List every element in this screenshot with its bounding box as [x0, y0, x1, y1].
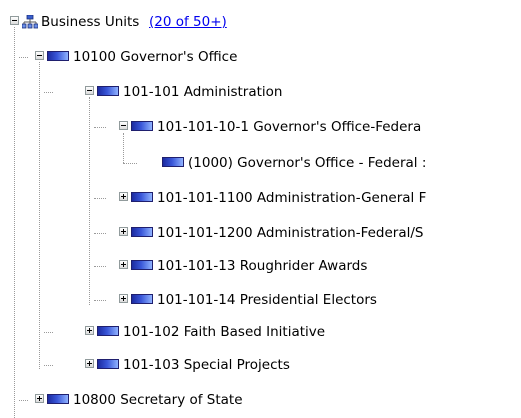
tree-node-label: (1000) Governor's Office - Federal :	[188, 155, 427, 171]
tree-node[interactable]: 10800 Secretary of State	[0, 390, 521, 410]
tree-node[interactable]: 101-101-10-1 Governor's Office-Federa	[0, 117, 521, 137]
expand-toggle-icon[interactable]	[119, 227, 128, 236]
business-unit-icon	[97, 326, 119, 336]
tree-root-row[interactable]: Business Units (20 of 50+)	[0, 12, 521, 32]
tree-node-label: 10800 Secretary of State	[73, 392, 243, 408]
business-unit-icon	[131, 121, 153, 131]
tree-node[interactable]: 101-101-1100 Administration-General F	[0, 188, 521, 208]
tree-node-label: 101-101-14 Presidential Electors	[157, 292, 377, 308]
collapse-toggle-icon[interactable]	[10, 16, 19, 25]
expand-toggle-icon[interactable]	[85, 359, 94, 368]
business-unit-icon	[97, 86, 119, 96]
tree-node[interactable]: 101-103 Special Projects	[0, 355, 521, 375]
tree-node[interactable]: 101-102 Faith Based Initiative	[0, 322, 521, 342]
business-unit-icon	[47, 394, 69, 404]
expand-toggle-icon[interactable]	[119, 294, 128, 303]
expand-toggle-icon[interactable]	[119, 192, 128, 201]
collapse-toggle-icon[interactable]	[119, 121, 128, 130]
tree-node[interactable]: 101-101-1200 Administration-Federal/S	[0, 223, 521, 243]
tree-node-label: 101-101-1100 Administration-General F	[157, 190, 427, 206]
business-units-tree: Business Units (20 of 50+) 10100 Governo…	[0, 0, 521, 418]
expand-toggle-icon[interactable]	[85, 326, 94, 335]
org-chart-icon	[21, 14, 39, 29]
tree-node-label: 101-101-10-1 Governor's Office-Federa	[157, 119, 422, 135]
tree-node[interactable]: 10100 Governor's Office	[0, 47, 521, 67]
business-unit-icon	[131, 294, 153, 304]
tree-node-label: 101-101-13 Roughrider Awards	[157, 258, 368, 274]
expand-toggle-icon[interactable]	[35, 394, 44, 403]
root-count-link[interactable]: (20 of 50+)	[149, 14, 227, 30]
tree-node[interactable]: 101-101-13 Roughrider Awards	[0, 256, 521, 276]
business-unit-icon	[131, 192, 153, 202]
tree-node[interactable]: 101-101-14 Presidential Electors	[0, 290, 521, 310]
tree-node[interactable]: (1000) Governor's Office - Federal :	[0, 153, 521, 173]
business-unit-icon	[131, 227, 153, 237]
expand-toggle-icon[interactable]	[119, 260, 128, 269]
tree-root-label: Business Units	[41, 14, 140, 30]
tree-node-label: 10100 Governor's Office	[73, 49, 238, 65]
tree-node-label: 101-103 Special Projects	[123, 357, 290, 373]
tree-node-label: 101-102 Faith Based Initiative	[123, 324, 326, 340]
tree-node-label: 101-101 Administration	[123, 84, 283, 100]
business-unit-icon	[97, 359, 119, 369]
business-unit-icon	[162, 157, 184, 167]
collapse-toggle-icon[interactable]	[85, 86, 94, 95]
business-unit-icon	[47, 51, 69, 61]
business-unit-icon	[131, 260, 153, 270]
tree-node[interactable]: 101-101 Administration	[0, 82, 521, 102]
collapse-toggle-icon[interactable]	[35, 51, 44, 60]
tree-node-label: 101-101-1200 Administration-Federal/S	[157, 225, 424, 241]
